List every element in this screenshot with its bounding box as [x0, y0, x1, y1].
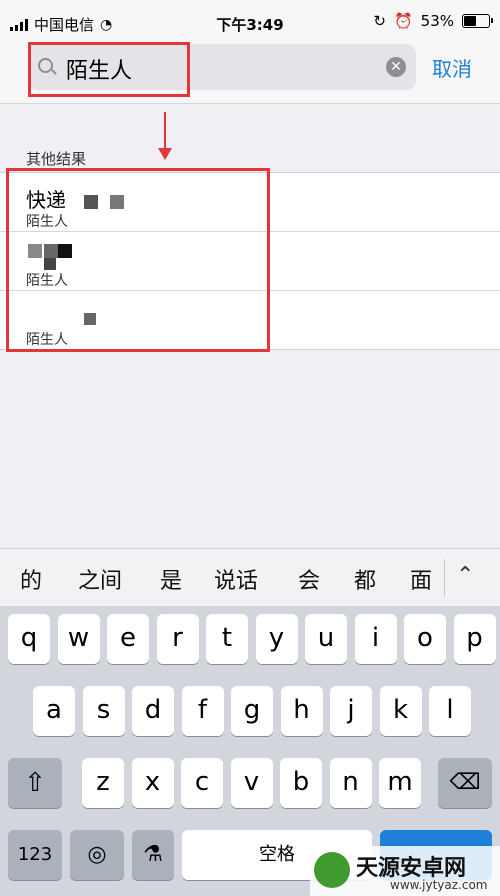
watermark-url: www.jytyaz.com	[390, 878, 488, 892]
shift-key[interactable]: ⇧	[8, 758, 62, 808]
globe-icon[interactable]: ◎	[70, 830, 124, 880]
delete-key[interactable]: ⌫	[438, 758, 492, 808]
battery-icon	[462, 14, 493, 28]
key-k[interactable]: k	[379, 686, 422, 736]
key-b[interactable]: b	[280, 758, 322, 808]
search-highlight-box	[28, 42, 190, 97]
key-a[interactable]: a	[33, 686, 75, 736]
key-n[interactable]: n	[329, 758, 372, 808]
key-x[interactable]: x	[131, 758, 174, 808]
mode-switch-key[interactable]: 123	[8, 830, 62, 880]
key-t[interactable]: t	[206, 614, 248, 664]
divider	[444, 559, 445, 597]
results-highlight-box	[6, 168, 270, 352]
suggestion-item[interactable]: 都	[354, 563, 376, 595]
suggestion-item[interactable]: 会	[298, 563, 320, 595]
mode-switch-label: 123	[17, 844, 53, 865]
key-w[interactable]: w	[57, 614, 100, 664]
chevron-up-icon[interactable]: ⌃	[456, 563, 474, 588]
key-h[interactable]: h	[280, 686, 323, 736]
key-i[interactable]: i	[354, 614, 397, 664]
suggestion-item[interactable]: 的	[20, 563, 42, 595]
clear-icon[interactable]: ✕	[386, 57, 406, 77]
cancel-button[interactable]: 取消	[432, 53, 472, 82]
key-g[interactable]: g	[231, 686, 273, 736]
arrow-head-icon	[158, 148, 172, 160]
suggestion-item[interactable]: 说话	[214, 563, 258, 595]
suggestion-item[interactable]: 面	[410, 563, 432, 595]
key-f[interactable]: f	[181, 686, 224, 736]
annotation-arrow	[164, 112, 166, 150]
status-bar: 中国电信 ◔ 下午3:49 ↻ ⏰ 53%	[0, 0, 500, 44]
key-e[interactable]: e	[107, 614, 149, 664]
key-u[interactable]: u	[305, 614, 347, 664]
key-d[interactable]: d	[132, 686, 174, 736]
rotation-lock-icon: ↻	[373, 12, 386, 30]
key-y[interactable]: y	[255, 614, 298, 664]
key-j[interactable]: j	[330, 686, 372, 736]
watermark: 天源安卓网 www.jytyaz.com	[310, 846, 500, 896]
key-s[interactable]: s	[82, 686, 125, 736]
key-m[interactable]: m	[379, 758, 421, 808]
key-o[interactable]: o	[404, 614, 446, 664]
suggestion-item[interactable]: 是	[160, 563, 182, 595]
key-p[interactable]: p	[453, 614, 496, 664]
key-c[interactable]: c	[181, 758, 223, 808]
key-v[interactable]: v	[230, 758, 273, 808]
suggestion-bar: 的 之间 是 说话 会 都 面 ⌃	[0, 548, 500, 607]
key-l[interactable]: l	[429, 686, 471, 736]
section-title: 其他结果	[26, 150, 87, 168]
microphone-icon[interactable]: ⚗	[132, 830, 174, 880]
key-q[interactable]: q	[8, 614, 50, 664]
key-z[interactable]: z	[82, 758, 124, 808]
alarm-icon: ⏰	[393, 12, 413, 30]
key-r[interactable]: r	[156, 614, 199, 664]
suggestion-item[interactable]: 之间	[78, 563, 122, 595]
battery-percent: 53%	[420, 12, 454, 30]
watermark-logo-icon	[314, 852, 350, 888]
